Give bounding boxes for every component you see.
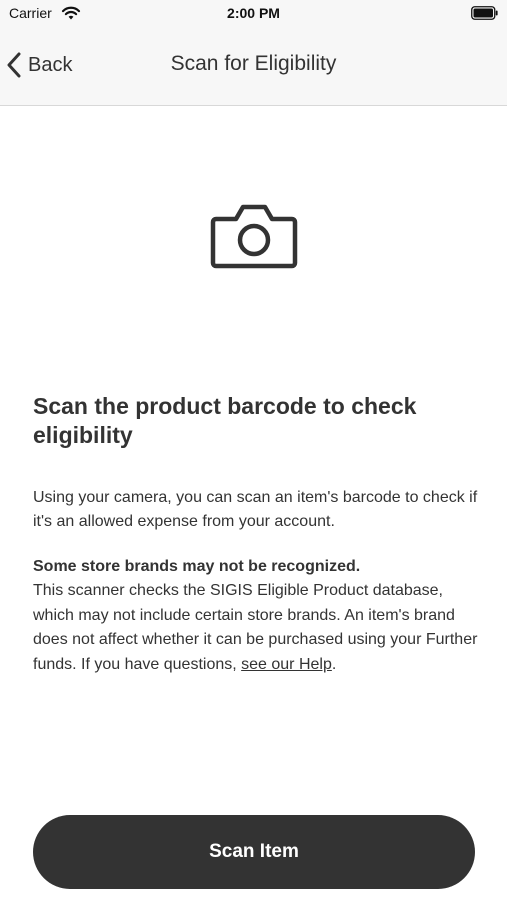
notice-title: Some store brands may not be recognized. — [33, 558, 361, 575]
camera-icon — [210, 204, 298, 269]
page-title: Scan for Eligibility — [170, 52, 337, 75]
instruction-headline: Scan the product barcode to check eligib… — [33, 393, 417, 448]
battery-icon — [471, 6, 498, 20]
status-bar: Carrier 2:00 PM — [0, 0, 507, 26]
navigation-bar: Back Scan for Eligibility — [0, 26, 507, 106]
notice-end: . — [331, 655, 337, 673]
scan-item-button[interactable]: Scan Item — [33, 815, 475, 889]
clock: 2:00 PM — [227, 5, 280, 21]
help-link[interactable]: see our Help — [241, 656, 332, 673]
notice-body: This scanner checks the SIGIS Eligible P… — [33, 579, 478, 677]
intro-text: Using your camera, you can scan an item'… — [33, 489, 478, 530]
